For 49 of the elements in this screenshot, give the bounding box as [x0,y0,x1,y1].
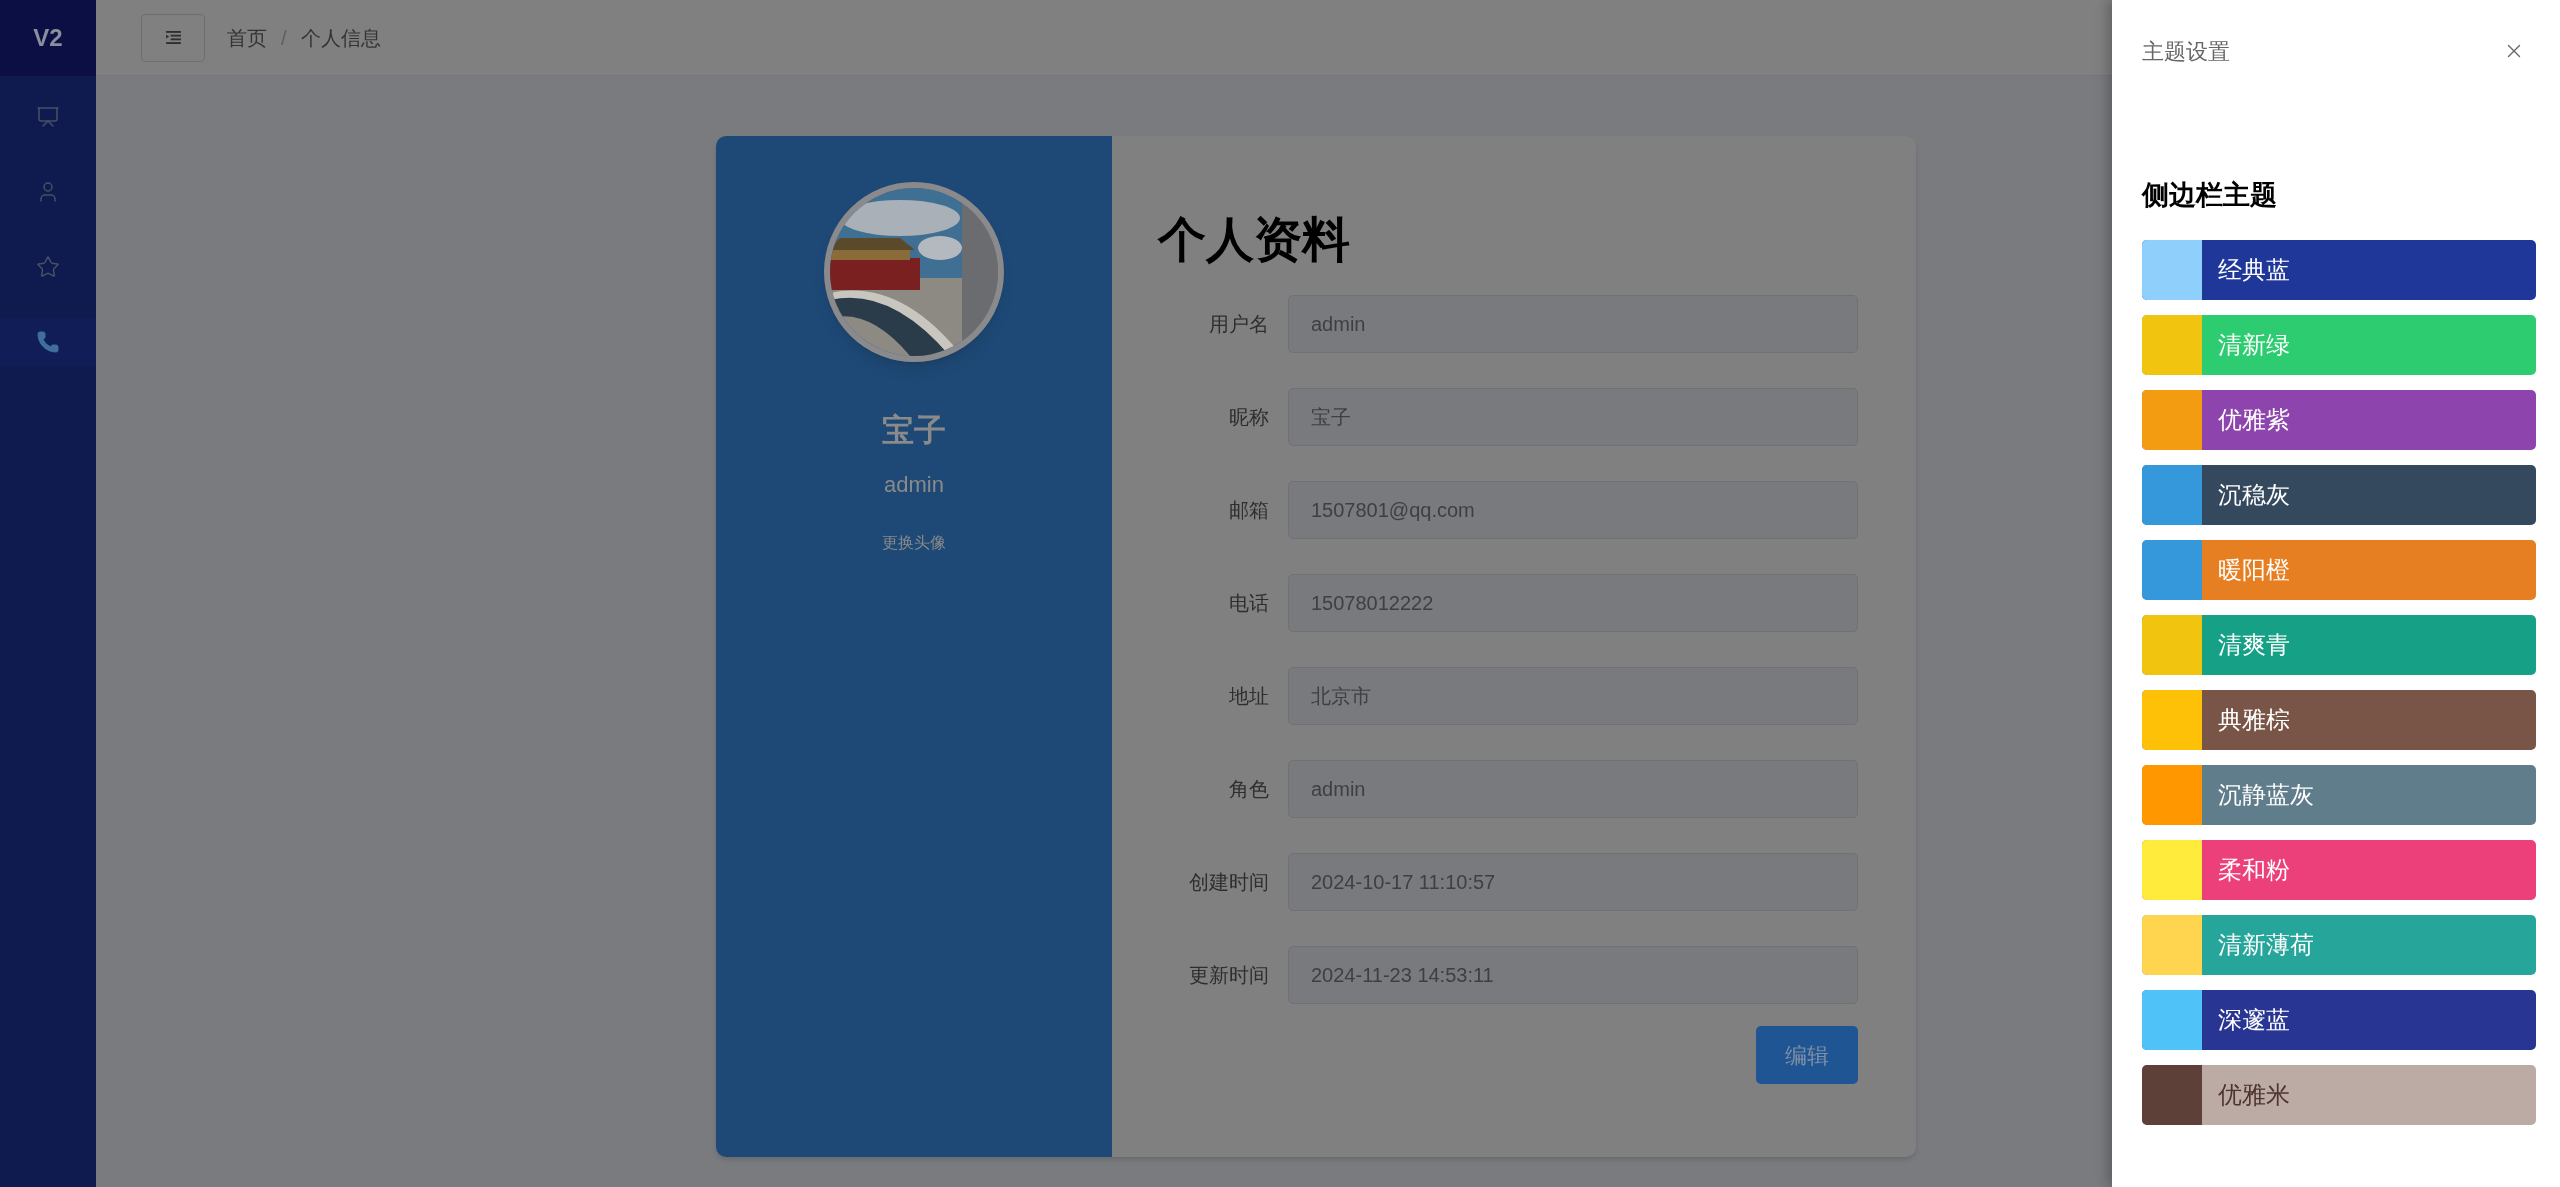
theme-option[interactable]: 清爽青 [2142,614,2536,675]
logo-text: V2 [33,23,63,53]
theme-name: 优雅米 [2217,1079,2290,1110]
breadcrumb-item[interactable]: 首页 [227,22,267,53]
field-label: 电话 [1228,591,1269,616]
edit-button[interactable]: 编辑 [1756,1026,1858,1084]
phone-icon [36,330,60,354]
theme-name: 清新薄荷 [2217,929,2314,960]
theme-option[interactable]: 清新绿 [2142,314,2536,375]
theme-name: 典雅棕 [2217,704,2290,735]
breadcrumb-item: 个人信息 [300,25,381,51]
change-avatar-link[interactable]: 更换头像 [882,531,946,555]
menu-toggle-button[interactable] [141,13,205,62]
field-label: 邮箱 [1228,498,1269,523]
theme-option[interactable]: 沉稳灰 [2142,464,2536,525]
theme-option[interactable]: 沉静蓝灰 [2142,764,2536,825]
field-label: 角色 [1228,777,1269,802]
theme-name: 经典蓝 [2217,254,2290,285]
theme-option[interactable]: 优雅紫 [2142,389,2536,450]
breadcrumb-separator: / [281,25,287,51]
user-account-name: admin [884,471,944,499]
section-title: 侧边栏主题 [2142,179,2278,212]
theme-option[interactable]: 典雅棕 [2142,689,2536,750]
presentation-chart-icon [36,105,60,129]
field-label: 创建时间 [1188,870,1269,895]
theme-option[interactable]: 经典蓝 [2142,239,2536,300]
drawer-title: 主题设置 [2142,37,2230,66]
theme-name: 清爽青 [2217,629,2290,660]
user-display-name: 宝子 [882,411,946,450]
theme-option[interactable]: 清新薄荷 [2142,914,2536,975]
field-label: 用户名 [1208,312,1269,337]
theme-name: 深邃蓝 [2217,1004,2290,1035]
page-title: 个人资料 [1158,216,1351,264]
menu-icon [165,31,181,44]
theme-name: 沉稳灰 [2217,479,2290,510]
theme-name: 清新绿 [2217,329,2290,360]
star-icon [36,255,60,279]
field-label: 地址 [1228,684,1269,709]
theme-option[interactable]: 暖阳橙 [2142,539,2536,600]
theme-option[interactable]: 柔和粉 [2142,839,2536,900]
theme-name: 优雅紫 [2217,404,2290,435]
theme-name: 沉静蓝灰 [2217,779,2314,810]
theme-option[interactable]: 优雅米 [2142,1064,2536,1125]
field-label: 昵称 [1228,405,1269,430]
theme-name: 柔和粉 [2217,854,2290,885]
sidebar-nav-item[interactable] [0,318,96,366]
field-label: 更新时间 [1188,963,1269,988]
theme-option[interactable]: 深邃蓝 [2142,989,2536,1050]
theme-name: 暖阳橙 [2217,554,2290,585]
